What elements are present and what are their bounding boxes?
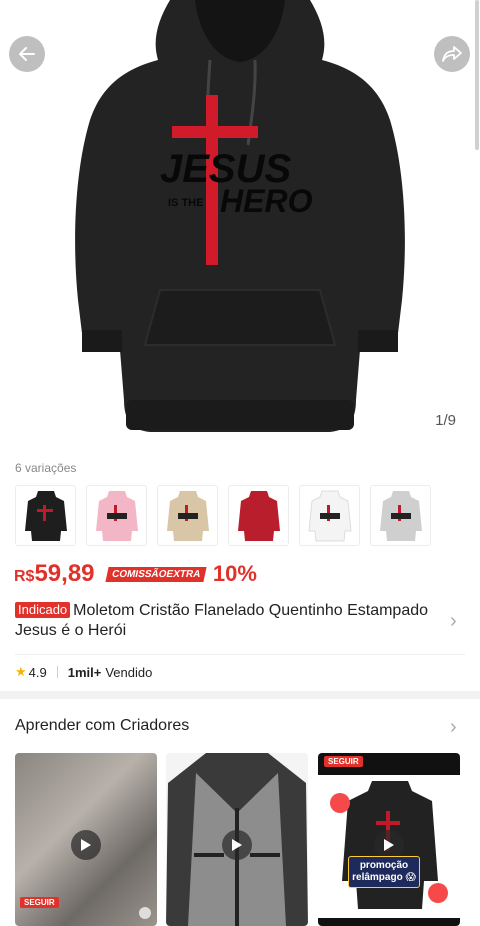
product-image-gallery[interactable]: JESUS IS THE HERO 1/9 bbox=[0, 0, 480, 450]
variation-thumb-red[interactable] bbox=[228, 485, 289, 546]
promo-banner: promoção relâmpago 😱 bbox=[348, 856, 420, 888]
share-icon bbox=[442, 46, 462, 62]
play-icon bbox=[384, 839, 394, 851]
chevron-right-icon[interactable]: › bbox=[450, 610, 457, 633]
sold-label: Vendido bbox=[105, 664, 153, 680]
emoji-heart-eyes-icon bbox=[330, 793, 350, 813]
play-icon bbox=[232, 839, 242, 851]
variation-thumb-white[interactable] bbox=[299, 485, 360, 546]
rating-value: 4.9 bbox=[28, 664, 47, 680]
print-text-is-the: IS THE bbox=[168, 197, 203, 209]
scrollbar[interactable] bbox=[475, 0, 479, 150]
play-button[interactable] bbox=[71, 830, 101, 860]
creator-video-card[interactable]: SEGUIR promoção relâmpago 😱 bbox=[318, 753, 460, 926]
play-button[interactable] bbox=[222, 830, 252, 860]
hoodie-thumb bbox=[307, 490, 352, 541]
image-counter: 1/9 bbox=[435, 412, 456, 429]
hoodie-thumb bbox=[24, 490, 67, 541]
variation-thumb-pink[interactable] bbox=[86, 485, 147, 546]
follow-badge: SEGUIR bbox=[20, 897, 59, 908]
price-amount: 59,89 bbox=[34, 560, 95, 587]
divider bbox=[15, 654, 465, 655]
creator-video-card[interactable] bbox=[166, 753, 308, 926]
chevron-right-icon[interactable]: › bbox=[450, 716, 457, 739]
price-currency: R$ bbox=[14, 568, 35, 585]
star-icon: ★ bbox=[15, 664, 27, 679]
separator bbox=[56, 666, 58, 678]
product-title: Moletom Cristão Flanelado Quentinho Esta… bbox=[15, 602, 429, 639]
emoji-heart-eyes-icon bbox=[428, 883, 448, 903]
variations-label: 6 variações bbox=[15, 461, 77, 475]
commission-value: 10% bbox=[212, 561, 257, 586]
back-button[interactable] bbox=[9, 36, 45, 72]
variation-thumb-black[interactable] bbox=[15, 485, 76, 546]
hoodie-thumb bbox=[237, 490, 280, 541]
card-bottom-bar bbox=[318, 918, 460, 926]
play-icon bbox=[81, 839, 91, 851]
variation-thumb-gray[interactable] bbox=[370, 485, 431, 546]
follow-badge: SEGUIR bbox=[324, 756, 363, 767]
variation-thumb-beige[interactable] bbox=[157, 485, 218, 546]
price-row: R$ 59,89 COMISSÃOEXTRA 10% bbox=[14, 560, 257, 588]
recommended-tag: Indicado bbox=[15, 602, 71, 618]
product-title-row[interactable]: Indicado Moletom Cristão Flanelado Quenti… bbox=[15, 601, 445, 641]
hoodie-thumb bbox=[95, 490, 138, 541]
section-divider bbox=[0, 691, 480, 699]
print-text-hero: HERO bbox=[220, 183, 313, 219]
creators-section-title[interactable]: Aprender com Criadores bbox=[15, 717, 189, 735]
share-button[interactable] bbox=[434, 36, 470, 72]
rating-row: ★ 4.9 1mil+ Vendido bbox=[15, 664, 152, 680]
sold-count: 1mil+ bbox=[67, 664, 102, 680]
commission-badge: COMISSÃOEXTRA bbox=[104, 567, 207, 582]
user-icon bbox=[139, 907, 151, 919]
hoodie-thumb bbox=[166, 490, 209, 541]
creator-video-card[interactable]: SEGUIR bbox=[15, 753, 157, 926]
product-image: JESUS IS THE HERO bbox=[75, 0, 405, 432]
variation-thumbnails bbox=[15, 485, 431, 546]
hoodie-thumb bbox=[379, 490, 422, 541]
arrow-left-icon bbox=[19, 47, 35, 61]
